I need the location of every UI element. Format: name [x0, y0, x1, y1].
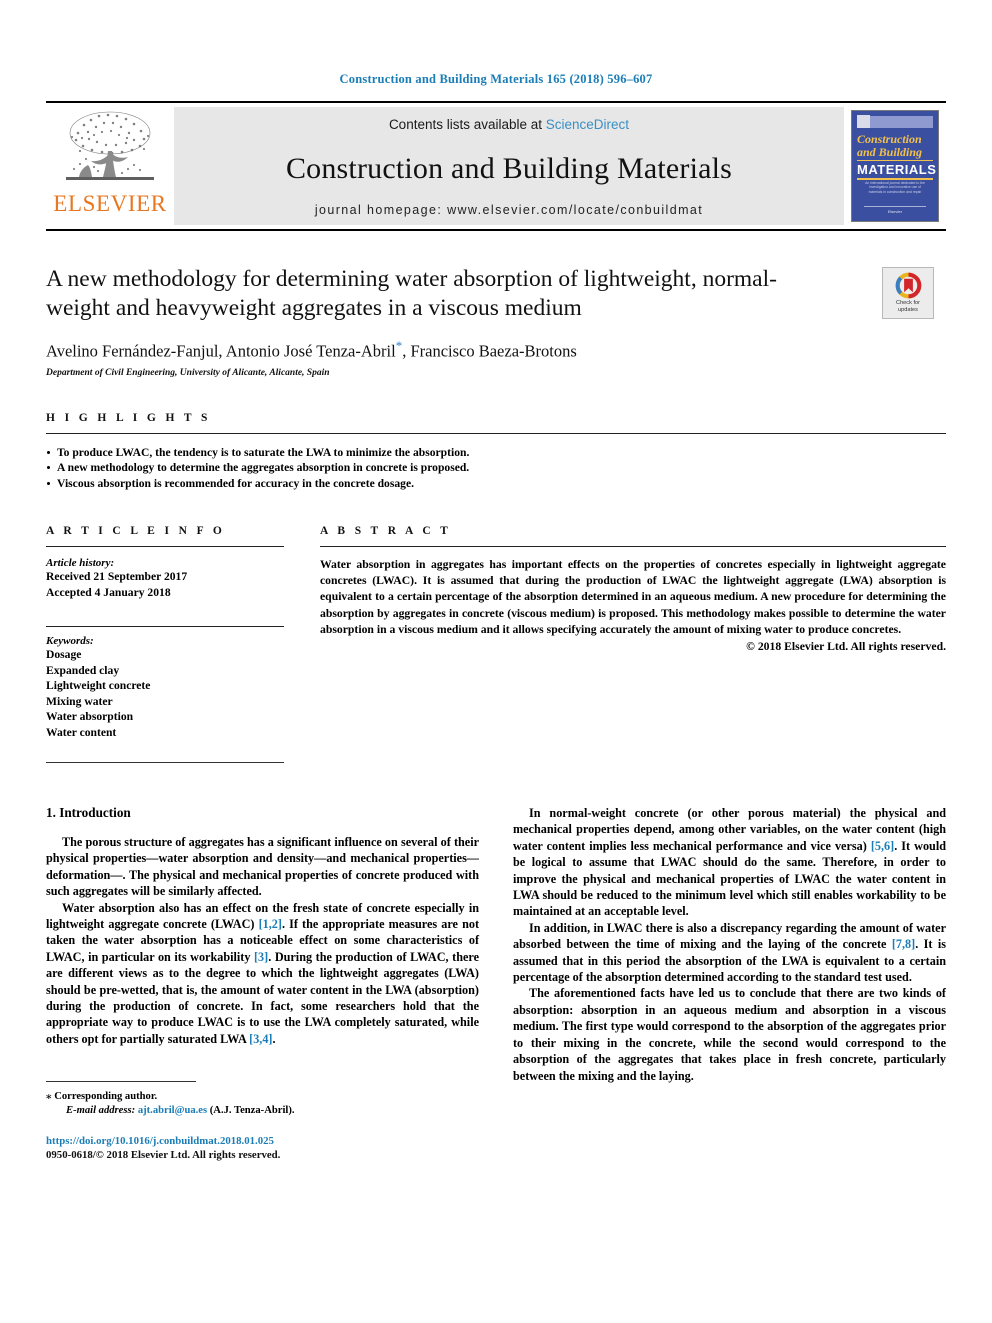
list-item: A new methodology to determine the aggre… [46, 460, 946, 476]
footnote-rule [46, 1081, 196, 1083]
keywords-divider-bottom [46, 762, 284, 763]
doi-link[interactable]: https://doi.org/10.1016/j.conbuildmat.20… [46, 1134, 479, 1148]
email-label: E-mail address: [66, 1105, 136, 1117]
highlights-divider [46, 432, 946, 434]
authors-tail: , Francisco Baeza-Brotons [402, 341, 577, 361]
abstract-column: A B S T R A C T Water absorption in aggr… [320, 525, 946, 763]
crossmark-icon [895, 273, 921, 299]
list-item: Expanded clay [46, 663, 120, 677]
authors-main: Avelino Fernández-Fanjul, Antonio José T… [46, 341, 396, 361]
author-list: Avelino Fernández-Fanjul, Antonio José T… [46, 338, 836, 362]
body-columns: 1. Introduction The porous structure of … [46, 805, 946, 1162]
elsevier-tree-icon [66, 111, 154, 180]
list-item: Mixing water [46, 694, 113, 708]
paragraph: Water absorption also has an effect on t… [46, 900, 479, 1048]
paragraph-text: In addition, in LWAC there is also a dis… [513, 920, 947, 985]
list-item: Dosage [46, 648, 82, 661]
cover-blurb: An international journal dedicated to th… [865, 181, 925, 194]
contents-line: Contents lists available at ScienceDirec… [389, 117, 629, 132]
body-column-right: In normal-weight concrete (or other poro… [513, 805, 946, 1162]
journal-title: Construction and Building Materials [285, 151, 733, 185]
cover-title-line3: MATERIALS [857, 160, 936, 180]
journal-homepage[interactable]: journal homepage: www.elsevier.com/locat… [315, 203, 703, 217]
paragraph-text: Water absorption also has an effect on t… [46, 900, 479, 1046]
keywords-divider-top [46, 626, 284, 627]
abstract-divider [320, 546, 946, 547]
footnote-block: ⁎ Corresponding author. E-mail address: … [46, 1081, 479, 1162]
article-history-accepted: Accepted 4 January 2018 [46, 585, 171, 599]
highlights-label: H I G H L I G H T S [46, 411, 211, 424]
article-history-heading: Article history: [46, 557, 115, 569]
list-item: Water absorption [46, 710, 134, 723]
contents-prefix: Contents lists available at [388, 117, 546, 132]
crossmark-label: Check for updates [896, 300, 920, 313]
journal-masthead: ELSEVIER Contents lists available at Sci… [46, 101, 946, 231]
journal-cover: Construction and Building MATERIALS An i… [844, 103, 946, 229]
paragraph-text: In normal-weight concrete (or other poro… [513, 806, 946, 919]
keywords-heading: Keywords: [46, 635, 94, 647]
paragraph: In normal-weight concrete (or other poro… [513, 805, 946, 920]
crossmark-badge[interactable]: Check for updates [882, 267, 934, 319]
list-item: Water content [46, 725, 117, 739]
section-heading-introduction: 1. Introduction [46, 805, 131, 820]
list-item: To produce LWAC, the tendency is to satu… [46, 445, 946, 461]
title-block: A new methodology for determining water … [46, 265, 946, 378]
highlights-section: H I G H L I G H T S To produce LWAC, the… [46, 412, 946, 492]
elsevier-wordmark: ELSEVIER [53, 191, 167, 216]
issn-copyright: 0950-0618/© 2018 Elsevier Ltd. All right… [46, 1149, 281, 1162]
journal-cover-image: Construction and Building MATERIALS An i… [851, 110, 939, 222]
article-history-received: Received 21 September 2017 [46, 570, 188, 583]
sciencedirect-link[interactable]: ScienceDirect [546, 117, 629, 132]
running-head: Construction and Building Materials 165 … [339, 72, 653, 86]
highlights-list: To produce LWAC, the tendency is to satu… [46, 445, 946, 492]
email-link[interactable]: ajt.abril@ua.es [138, 1105, 207, 1116]
info-abstract-section: A R T I C L E I N F O Article history: R… [46, 525, 946, 763]
cover-title-line2: and Building [857, 145, 923, 159]
cover-elsevier-mark-icon [857, 115, 870, 128]
abstract-label: A B S T R A C T [320, 525, 452, 537]
article-page: Construction and Building Materials 165 … [0, 0, 992, 1323]
doi-block: https://doi.org/10.1016/j.conbuildmat.20… [46, 1134, 479, 1162]
article-info-divider [46, 546, 284, 547]
page-title: A new methodology for determining water … [46, 266, 777, 321]
article-info-label: A R T I C L E I N F O [46, 525, 226, 537]
abstract-text: Water absorption in aggregates has impor… [320, 558, 946, 636]
abstract-copyright: © 2018 Elsevier Ltd. All rights reserved… [746, 640, 946, 654]
corresponding-author-note: ⁎ Corresponding author. [46, 1091, 158, 1103]
paragraph-text: The aforementioned facts have led us to … [513, 986, 946, 1083]
body-column-left: 1. Introduction The porous structure of … [46, 805, 479, 1162]
paragraph: In addition, in LWAC there is also a dis… [513, 920, 946, 986]
affiliation: Department of Civil Engineering, Univers… [46, 367, 330, 378]
crossmark-label-line2: updates [898, 307, 918, 313]
crossmark-label-line1: Check for [896, 300, 920, 307]
cover-footer: Elsevier [864, 206, 926, 214]
paragraph: The porous structure of aggregates has a… [46, 834, 479, 900]
paragraph-text: The porous structure of aggregates has a… [46, 835, 479, 899]
email-note: E-mail address: ajt.abril@ua.es (A.J. Te… [46, 1104, 479, 1118]
list-item: Lightweight concrete [46, 679, 151, 692]
paragraph: The aforementioned facts have led us to … [513, 985, 946, 1083]
article-info-column: A R T I C L E I N F O Article history: R… [46, 525, 284, 763]
masthead-center: Contents lists available at ScienceDirec… [174, 107, 844, 225]
email-owner: (A.J. Tenza-Abril). [209, 1105, 295, 1117]
list-item: Viscous absorption is recommended for ac… [46, 476, 946, 492]
elsevier-logo: ELSEVIER [46, 103, 174, 229]
